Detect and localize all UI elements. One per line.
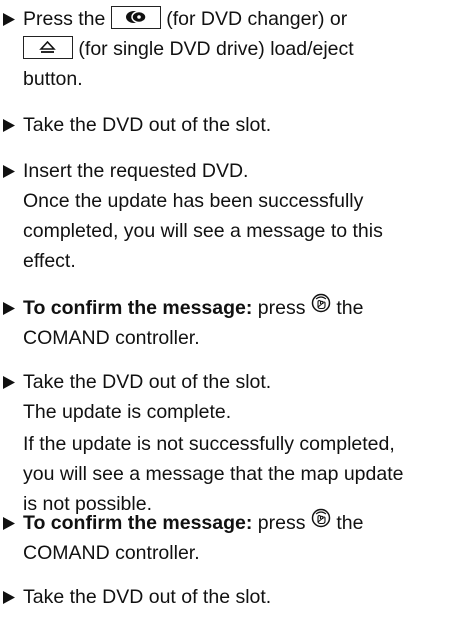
step-line: COMAND controller.	[23, 542, 200, 564]
triangle-bullet-icon	[3, 582, 21, 612]
triangle-bullet-icon	[3, 156, 21, 186]
controller-press-icon	[311, 292, 331, 322]
triangle-bullet-icon	[3, 293, 21, 323]
note-text: you will see a message that the map upda…	[23, 463, 404, 485]
result-text: The update is complete.	[23, 401, 232, 423]
result-text: Once the update has been successfully	[23, 190, 364, 212]
step-bold-label: To confirm the message:	[23, 512, 253, 534]
step-text: Press the	[23, 8, 106, 30]
dvd-changer-load-eject-icon	[110, 6, 161, 30]
step-text: (for single DVD drive) load/eject	[78, 38, 354, 60]
step-take-dvd-out-final: Take the DVD out of the slot.	[0, 582, 466, 612]
triangle-bullet-icon	[3, 508, 21, 538]
step-confirm-message: To confirm the message: press the COMAND…	[0, 293, 466, 353]
step-take-dvd-out-complete: Take the DVD out of the slot. The update…	[0, 367, 466, 519]
step-press-load-eject: Press the (for DVD changer) or (for sing…	[0, 4, 466, 94]
controller-press-icon	[311, 507, 331, 537]
step-line: COMAND controller.	[23, 327, 200, 349]
step-text: the	[336, 297, 364, 319]
step-text: press	[257, 512, 306, 534]
result-text: completed, you will see a message to thi…	[23, 220, 383, 242]
step-line: To confirm the message: press the	[23, 508, 466, 538]
step-line: (for single DVD drive) load/eject	[23, 34, 466, 64]
triangle-bullet-icon	[3, 367, 21, 397]
step-text: Take the DVD out of the slot.	[23, 114, 272, 136]
step-confirm-message: To confirm the message: press the COMAND…	[0, 508, 466, 568]
eject-icon	[23, 36, 73, 60]
triangle-bullet-icon	[3, 4, 21, 34]
step-text: Take the DVD out of the slot.	[23, 586, 272, 608]
step-insert-dvd: Insert the requested DVD. Once the updat…	[0, 156, 466, 276]
step-text: press	[257, 297, 306, 319]
step-take-dvd-out: Take the DVD out of the slot.	[0, 110, 466, 140]
step-line: button.	[23, 68, 83, 90]
triangle-bullet-icon	[3, 110, 21, 140]
step-text: Take the DVD out of the slot.	[23, 371, 272, 393]
step-bold-label: To confirm the message:	[23, 297, 253, 319]
step-text: (for DVD changer) or	[166, 8, 348, 30]
step-text: the	[336, 512, 364, 534]
step-line: To confirm the message: press the	[23, 293, 466, 323]
step-line: Press the (for DVD changer) or	[23, 4, 466, 34]
step-text: Insert the requested DVD.	[23, 160, 249, 182]
instruction-page: Press the (for DVD changer) or (for sing…	[0, 0, 471, 621]
result-text: effect.	[23, 250, 76, 272]
note-text: If the update is not successfully comple…	[23, 433, 395, 455]
